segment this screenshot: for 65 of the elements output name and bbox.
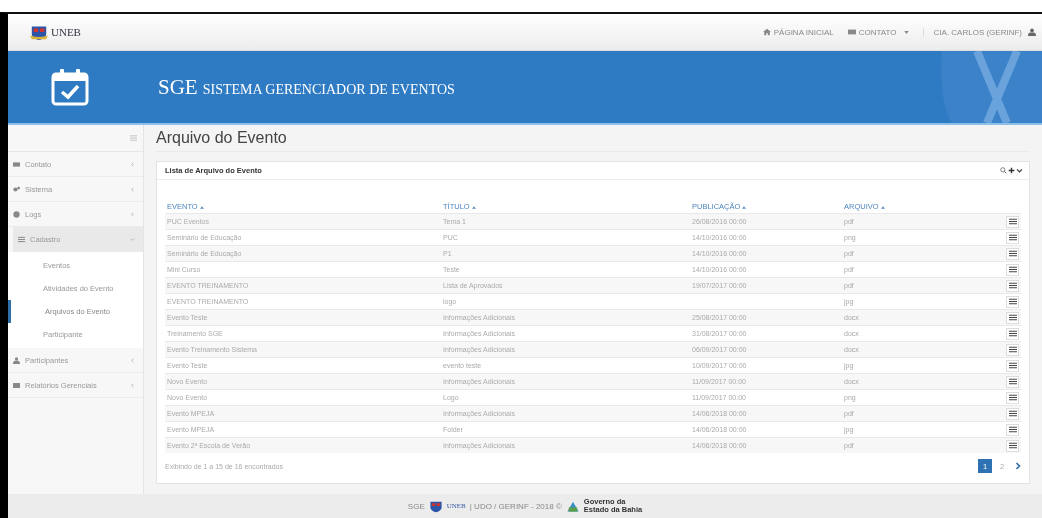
- calendar-check-icon: [50, 67, 90, 107]
- nav-link[interactable]: PÁGINA INICIAL: [762, 27, 834, 37]
- menu-icon: [1008, 314, 1017, 321]
- row-menu-button[interactable]: [1006, 231, 1019, 244]
- plus-icon[interactable]: [1008, 167, 1015, 174]
- chevron-left-icon: [130, 357, 135, 363]
- menu-icon: [1008, 378, 1017, 385]
- sort-icon: [880, 206, 885, 209]
- list-icon: [18, 235, 25, 243]
- nav-link[interactable]: CONTATO: [847, 27, 909, 37]
- row-menu-button[interactable]: [1006, 263, 1019, 276]
- user-menu[interactable]: CIA. CARLOS (GERINF): [922, 27, 1022, 37]
- menu-icon: [1008, 330, 1017, 337]
- row-menu-button[interactable]: [1006, 423, 1019, 436]
- menu-icon: [1008, 282, 1017, 289]
- sort-icon: [742, 206, 747, 209]
- search-icon[interactable]: [1000, 167, 1007, 174]
- mail-icon: [13, 160, 20, 168]
- logo-text: UNEB: [51, 26, 81, 38]
- chevron-left-icon: [130, 382, 135, 388]
- user-icon: [1028, 28, 1036, 36]
- menu-icon: [1008, 394, 1017, 401]
- row-menu-button[interactable]: [1006, 439, 1019, 452]
- menu-icon: [1008, 234, 1017, 241]
- row-menu-button[interactable]: [1006, 279, 1019, 292]
- menu-icon: [1008, 346, 1017, 353]
- card-icon: [13, 381, 20, 389]
- chevron-left-icon: [130, 161, 135, 167]
- mail-icon: [847, 28, 856, 36]
- info-icon: [13, 210, 20, 218]
- row-menu-button[interactable]: [1006, 359, 1019, 372]
- chevron-right-icon[interactable]: [1015, 462, 1021, 470]
- chevron-left-icon: [130, 186, 135, 192]
- menu-icon: [1008, 362, 1017, 369]
- menu-icon: [1008, 410, 1017, 417]
- chevron-down-icon: [130, 236, 135, 242]
- row-menu-button[interactable]: [1006, 327, 1019, 340]
- app-abbreviation: SGE: [158, 74, 198, 100]
- row-menu-button[interactable]: [1006, 375, 1019, 388]
- caret-icon: [903, 30, 909, 34]
- row-menu-button[interactable]: [1006, 295, 1019, 308]
- menu-icon: [1008, 442, 1017, 449]
- row-menu-button[interactable]: [1006, 343, 1019, 356]
- menu-icon: [1008, 218, 1017, 225]
- footer-text: | UDO / GERINF - 2018 ©: [469, 501, 562, 511]
- crest-icon: [428, 499, 443, 513]
- sort-icon: [471, 206, 476, 209]
- sort-icon: [199, 206, 204, 209]
- menu-icon: [1008, 266, 1017, 273]
- row-menu-button[interactable]: [1006, 311, 1019, 324]
- app-title: SISTEMA GERENCIADOR DE EVENTOS: [202, 81, 455, 98]
- menu-icon: [1008, 298, 1017, 305]
- home-icon: [762, 28, 771, 36]
- row-menu-button[interactable]: [1006, 407, 1019, 420]
- chevron-down-icon[interactable]: [1016, 167, 1023, 174]
- row-menu-button[interactable]: [1006, 215, 1019, 228]
- menu-icon: [1008, 426, 1017, 433]
- footer-text: SGE: [407, 501, 425, 511]
- user-icon: [13, 356, 20, 364]
- gears-icon: [13, 185, 20, 193]
- page-title: Arquivo do Evento: [156, 125, 1030, 152]
- row-menu-button[interactable]: [1006, 391, 1019, 404]
- chevron-left-icon: [130, 211, 135, 217]
- row-menu-button[interactable]: [1006, 247, 1019, 260]
- menu-icon: [1008, 250, 1017, 257]
